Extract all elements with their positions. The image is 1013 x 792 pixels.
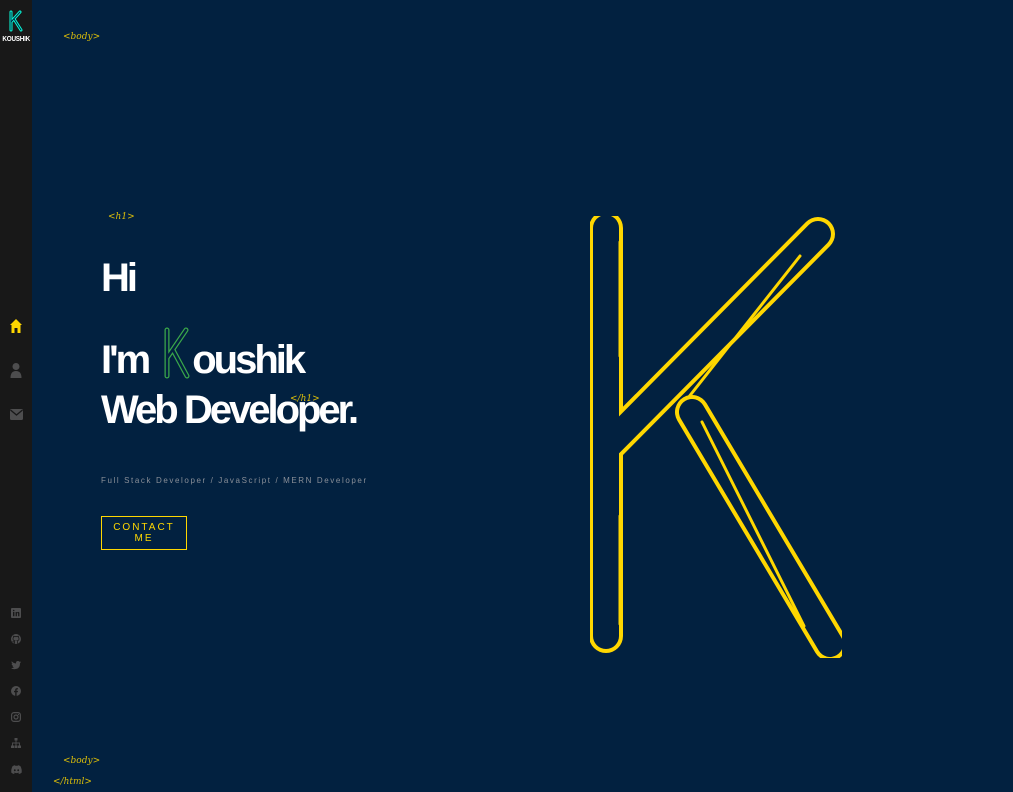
social-discord[interactable] bbox=[0, 756, 32, 782]
logo-k-icon bbox=[9, 10, 23, 32]
body-close-tag: <body> bbox=[63, 756, 101, 766]
contact-me-button[interactable]: CONTACT ME bbox=[101, 516, 187, 550]
facebook-icon bbox=[11, 686, 21, 696]
nav-about[interactable] bbox=[0, 348, 32, 392]
social-github[interactable] bbox=[0, 626, 32, 652]
hero-line-2-suffix: oushik bbox=[192, 338, 306, 382]
h1-open-tag: <h1> bbox=[108, 212, 135, 222]
logo[interactable]: KOUSHIK bbox=[0, 10, 32, 43]
discord-icon bbox=[10, 764, 22, 774]
social-links bbox=[0, 600, 32, 782]
home-icon bbox=[10, 319, 22, 333]
nav-contact[interactable] bbox=[0, 392, 32, 436]
social-linkedin[interactable] bbox=[0, 600, 32, 626]
h1-close-tag: </h1> bbox=[290, 394, 320, 404]
main-nav bbox=[0, 304, 32, 436]
nav-home[interactable] bbox=[0, 304, 32, 348]
hero-line-2: I'm oushik bbox=[101, 326, 306, 382]
twitter-icon bbox=[11, 660, 21, 669]
sitemap-icon bbox=[11, 738, 21, 748]
k-outline-icon bbox=[164, 327, 190, 379]
github-icon bbox=[11, 634, 21, 644]
social-sitemap[interactable] bbox=[0, 730, 32, 756]
hero-subtitle: Full Stack Developer / JavaScript / MERN… bbox=[101, 476, 368, 485]
sidebar: KOUSHIK bbox=[0, 0, 32, 792]
linkedin-icon bbox=[11, 608, 21, 618]
user-icon bbox=[10, 363, 22, 378]
logo-text: KOUSHIK bbox=[2, 34, 31, 43]
envelope-icon bbox=[9, 408, 23, 420]
social-twitter[interactable] bbox=[0, 652, 32, 678]
body-open-tag: <body> bbox=[63, 32, 101, 42]
big-k-logo-icon bbox=[590, 216, 842, 658]
instagram-icon bbox=[11, 712, 21, 722]
social-instagram[interactable] bbox=[0, 704, 32, 730]
social-facebook[interactable] bbox=[0, 678, 32, 704]
hero-line-2-prefix: I'm bbox=[101, 338, 151, 382]
html-close-tag: </html> bbox=[53, 777, 92, 787]
hero-line-1: Hi bbox=[101, 256, 138, 300]
